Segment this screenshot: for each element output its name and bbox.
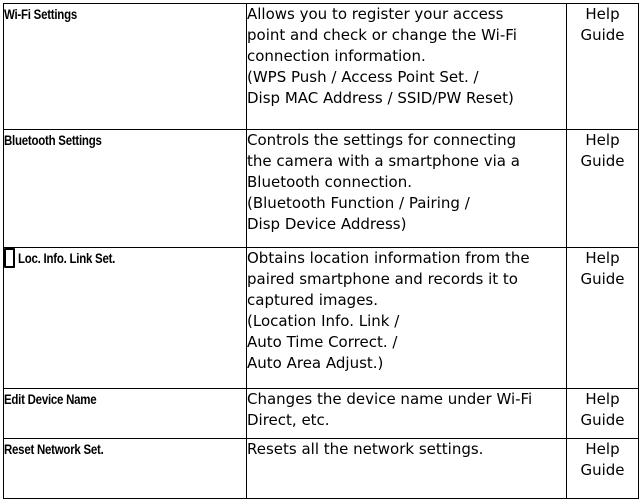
setting-name-cell: Wi-Fi Settings	[3, 3, 247, 130]
table-row: Reset Network Set. Resets all the networ…	[3, 438, 639, 499]
description-line: Allows you to register your access	[247, 5, 504, 23]
description-line: point and check or change the Wi-Fi	[247, 26, 517, 44]
setting-description-cell: Controls the settings for connecting the…	[246, 129, 567, 248]
help-guide-text: Guide	[580, 411, 625, 429]
setting-description-cell: Obtains location information from the pa…	[246, 247, 567, 389]
help-guide-cell: Help Guide	[566, 438, 639, 499]
description-line: Bluetooth connection.	[247, 173, 412, 191]
help-guide-text: Help	[585, 440, 620, 458]
description-line: paired smartphone and records it to	[247, 270, 518, 288]
setting-name-cell: Reset Network Set.	[3, 438, 247, 499]
setting-description-cell: Changes the device name under Wi-Fi Dire…	[246, 388, 567, 439]
help-guide-cell: Help Guide	[566, 388, 639, 439]
setting-name-cell: Loc. Info. Link Set.	[3, 247, 247, 389]
description-line: captured images.	[247, 291, 379, 309]
table-row: Edit Device Name Changes the device name…	[3, 388, 639, 439]
setting-name: Edit Device Name	[4, 391, 97, 407]
help-guide-text: Guide	[580, 461, 625, 479]
setting-description-cell: Resets all the network settings.	[246, 438, 567, 499]
description-line: (WPS Push / Access Point Set. /	[247, 68, 479, 86]
setting-name-cell: Bluetooth Settings	[3, 129, 247, 248]
help-guide-cell: Help Guide	[566, 247, 639, 389]
help-guide-text: Help	[585, 390, 620, 408]
help-guide-cell: Help Guide	[566, 3, 639, 130]
description-line: connection information.	[247, 47, 426, 65]
help-guide-text: Guide	[580, 26, 625, 44]
smartphone-icon	[4, 248, 15, 268]
table-row: Wi-Fi Settings Allows you to register yo…	[3, 3, 639, 130]
setting-name-cell: Edit Device Name	[3, 388, 247, 439]
setting-name: Wi-Fi Settings	[4, 6, 77, 22]
description-line: Obtains location information from the	[247, 249, 530, 267]
help-guide-cell: Help Guide	[566, 129, 639, 248]
description-line: (Location Info. Link /	[247, 312, 400, 330]
help-guide-text: Help	[585, 131, 620, 149]
setting-name: Loc. Info. Link Set.	[18, 250, 116, 266]
description-line: Direct, etc.	[247, 411, 330, 429]
description-line: Controls the settings for connecting	[247, 131, 517, 149]
description-line: Disp MAC Address / SSID/PW Reset)	[247, 89, 514, 107]
help-guide-text: Guide	[580, 270, 625, 288]
help-guide-text: Help	[585, 249, 620, 267]
description-line: the camera with a smartphone via a	[247, 152, 520, 170]
description-line: Disp Device Address)	[247, 215, 407, 233]
description-line: Resets all the network settings.	[247, 440, 484, 458]
description-line: Changes the device name under Wi-Fi	[247, 390, 533, 408]
description-line: Auto Time Correct. /	[247, 333, 398, 351]
setting-name: Bluetooth Settings	[4, 132, 102, 148]
table-row: Loc. Info. Link Set. Obtains location in…	[3, 247, 639, 389]
help-guide-text: Help	[585, 5, 620, 23]
setting-name: Reset Network Set.	[4, 441, 104, 457]
table-row: Bluetooth Settings Controls the settings…	[3, 129, 639, 248]
setting-description-cell: Allows you to register your access point…	[246, 3, 567, 130]
description-line: (Bluetooth Function / Pairing /	[247, 194, 470, 212]
network-settings-table: Wi-Fi Settings Allows you to register yo…	[3, 3, 639, 499]
help-guide-text: Guide	[580, 152, 625, 170]
description-line: Auto Area Adjust.)	[247, 354, 384, 372]
